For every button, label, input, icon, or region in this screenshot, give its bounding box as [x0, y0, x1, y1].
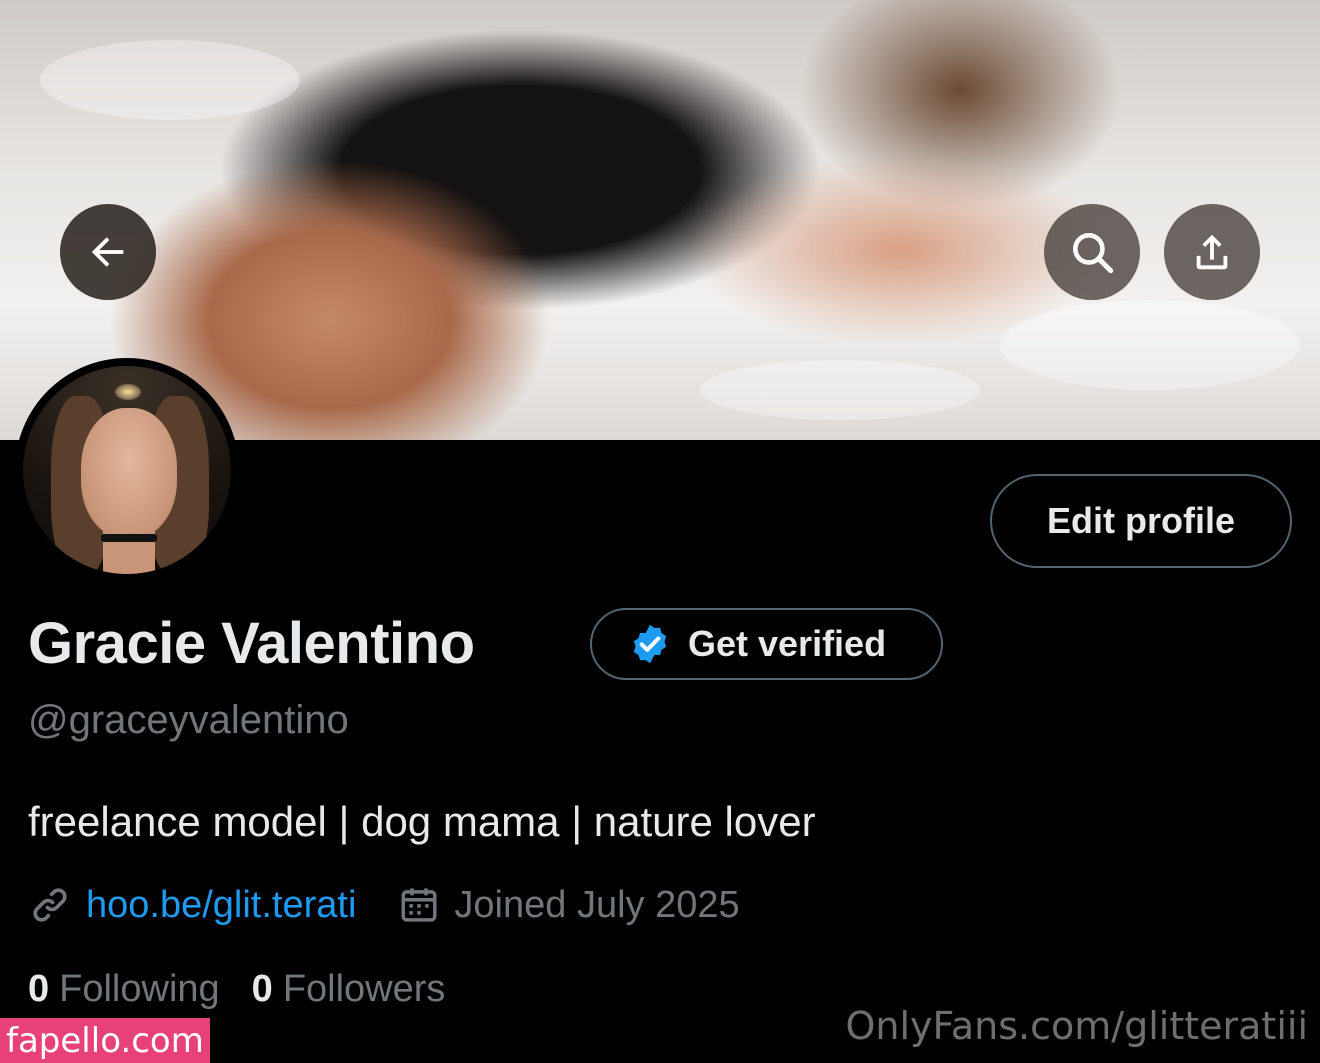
followers-count: 0 [251, 968, 273, 1010]
follow-stats: 0 Following 0 Followers [28, 968, 445, 1011]
joined-label: Joined July 2025 [454, 883, 740, 926]
link-icon [33, 888, 67, 922]
search-button[interactable] [1044, 204, 1140, 300]
watermark-left: fapello.com [0, 1018, 210, 1063]
search-icon [1073, 233, 1114, 274]
followers-stat[interactable]: 0 Followers [252, 968, 446, 1011]
profile-bio: freelance model | dog mama | nature love… [28, 798, 816, 845]
watermark-right: OnlyFans.com/glitteratiii [845, 1004, 1308, 1048]
profile-meta: hoo.be/glit.terati Joined July 2025 [28, 880, 740, 930]
profile-handle: @graceyvalentino [28, 698, 349, 742]
get-verified-button[interactable]: Get verified [590, 608, 943, 680]
edit-profile-button[interactable]: Edit profile [990, 474, 1292, 568]
following-count: 0 [28, 968, 50, 1010]
back-button[interactable] [60, 204, 156, 300]
share-icon [1196, 234, 1228, 270]
display-name: Gracie Valentino [28, 611, 475, 676]
calendar-icon [401, 888, 437, 922]
avatar[interactable] [15, 358, 239, 582]
verified-badge-icon [633, 624, 667, 664]
share-button[interactable] [1164, 204, 1260, 300]
get-verified-label: Get verified [688, 623, 887, 664]
profile-link[interactable]: hoo.be/glit.terati [86, 884, 356, 927]
following-stat[interactable]: 0 Following [28, 968, 220, 1011]
joined-date: Joined July 2025 [398, 883, 740, 927]
avatar-photo [23, 366, 231, 574]
following-label: Following [59, 968, 220, 1010]
followers-label: Followers [282, 968, 446, 1010]
arrow-left-icon [91, 237, 124, 267]
